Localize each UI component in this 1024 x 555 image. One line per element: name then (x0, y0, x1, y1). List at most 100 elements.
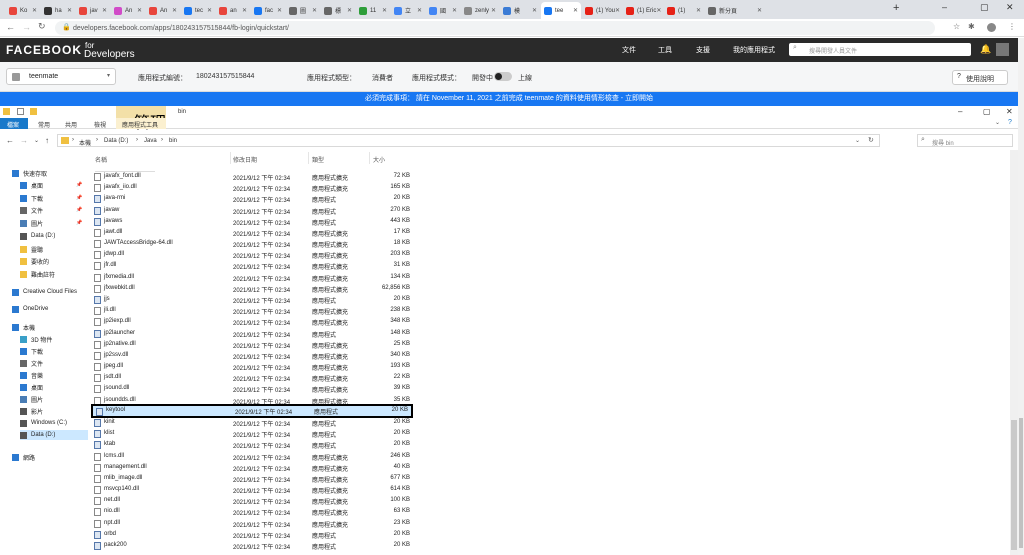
file-row[interactable]: jp2iexp.dll 2021/9/12 下午 02:34 應用程式擴充 348 K… (91, 316, 413, 327)
explorer-forward-icon[interactable]: → (20, 136, 28, 145)
file-row[interactable]: jfr.dll 2021/9/12 下午 02:34 應用程式擴充 31 KB (91, 260, 413, 271)
tab-close-icon[interactable]: ✕ (137, 7, 142, 14)
file-row[interactable]: kinit 2021/9/12 下午 02:34 應用程式 20 KB (91, 417, 413, 428)
page-scrollbar[interactable] (1018, 38, 1024, 555)
nav-item[interactable]: 圖片 (20, 218, 43, 228)
nav-item[interactable]: 桌面 (20, 180, 43, 190)
minimize-icon[interactable]: – (942, 2, 947, 12)
nav-item[interactable]: 音樂 (20, 370, 43, 380)
extensions-icon[interactable]: ✱ (968, 22, 975, 31)
path-data-drive[interactable]: Data (D:) (104, 138, 128, 144)
reload-icon[interactable]: ↻ (38, 21, 46, 32)
address-path-input[interactable]: › 本機 › Data (D:) › Java › bin ⌄ ↻ (57, 134, 880, 147)
file-row[interactable]: jdwp.dll 2021/9/12 下午 02:34 應用程式擴充 203 KB (91, 249, 413, 260)
file-row[interactable]: pack200 2021/9/12 下午 02:34 應用程式 20 KB (91, 540, 413, 551)
nav-item[interactable]: OneDrive (12, 304, 48, 314)
file-row[interactable]: jsdt.dll 2021/9/12 下午 02:34 應用程式擴充 22 KB (91, 372, 413, 383)
nav-item[interactable]: 難曲註符 (20, 269, 55, 279)
tab-close-icon[interactable]: ✕ (277, 7, 282, 14)
file-row[interactable]: jfxmedia.dll 2021/9/12 下午 02:34 應用程式擴充 134 … (91, 272, 413, 283)
browser-tab[interactable]: zenly ✕ (461, 2, 499, 19)
tab-close-icon[interactable]: ✕ (417, 7, 422, 14)
nav-item[interactable]: 文件 (20, 358, 43, 368)
pin-icon[interactable]: 📌 (76, 182, 82, 188)
file-row[interactable]: jawt.dll 2021/9/12 下午 02:34 應用程式擴充 17 KB (91, 227, 413, 238)
file-row[interactable]: jp2native.dll 2021/9/12 下午 02:34 應用程式擴充 25 … (91, 339, 413, 350)
file-row[interactable]: javaw 2021/9/12 下午 02:34 應用程式 270 KB (91, 205, 413, 216)
browser-tab[interactable]: (1) ✕ (664, 2, 704, 19)
help-button[interactable]: ? 使用說明 (952, 70, 1008, 85)
tab-close-icon[interactable]: ✕ (312, 7, 317, 14)
ribbon-tab-app-tools[interactable]: 應用程式工具 (116, 118, 166, 129)
file-row[interactable]: javafx_iio.dll 2021/9/12 下午 02:34 應用程式擴充 16… (91, 182, 413, 193)
path-this-pc[interactable]: 本機 (79, 138, 91, 147)
nav-item[interactable]: 下載 (20, 346, 43, 356)
tab-close-icon[interactable]: ✕ (207, 7, 212, 14)
file-row[interactable]: mlib_image.dll 2021/9/12 下午 02:34 應用程式擴充 67… (91, 473, 413, 484)
properties-icon[interactable] (17, 108, 24, 115)
tab-close-icon[interactable]: ✕ (67, 7, 72, 14)
file-row[interactable]: ktab 2021/9/12 下午 02:34 應用程式 20 KB (91, 439, 413, 450)
column-divider[interactable] (369, 152, 370, 164)
forward-icon[interactable]: → (22, 22, 31, 32)
column-header-size[interactable]: 大小 (373, 155, 385, 164)
explorer-scrollbar-thumb[interactable] (1011, 420, 1017, 550)
nav-item[interactable]: 文件 (20, 205, 43, 215)
file-row[interactable]: JAWTAccessBridge-64.dll 2021/9/12 下午 02:3… (91, 238, 413, 249)
nav-my-apps[interactable]: 我的應用程式 (733, 45, 775, 55)
back-icon[interactable]: ← (6, 22, 15, 32)
ribbon-tab-home[interactable]: 常用 (38, 120, 50, 129)
browser-tab[interactable]: 新分頁 ✕ (705, 2, 765, 19)
browser-tab[interactable]: 立 ✕ (391, 2, 425, 19)
tab-close-icon[interactable]: ✕ (242, 7, 247, 14)
close-window-icon[interactable]: ✕ (1006, 2, 1014, 13)
nav-item[interactable]: 圖片 (20, 394, 43, 404)
browser-tab[interactable]: ha ✕ (41, 2, 75, 19)
column-divider[interactable] (308, 152, 309, 164)
browser-tab[interactable]: an ✕ (216, 2, 250, 19)
path-bin[interactable]: bin (169, 138, 177, 144)
explorer-close-icon[interactable]: ✕ (1006, 107, 1013, 116)
new-tab-icon[interactable]: + (893, 2, 899, 14)
ribbon-tab-share[interactable]: 共用 (65, 120, 77, 129)
file-row[interactable]: management.dll 2021/9/12 下午 02:34 應用程式擴充 40… (91, 462, 413, 473)
fb-logo[interactable]: FACEBOOK (6, 43, 82, 57)
tab-close-icon[interactable]: ✕ (102, 7, 107, 14)
browser-tab[interactable]: An ✕ (146, 2, 180, 19)
pin-icon[interactable]: 📌 (76, 207, 82, 213)
tab-close-icon[interactable]: ✕ (757, 7, 762, 14)
bookmark-star-icon[interactable]: ☆ (953, 22, 960, 31)
file-row[interactable]: msvcp140.dll 2021/9/12 下午 02:34 應用程式擴充 614 … (91, 484, 413, 495)
nav-item[interactable]: 下載 (20, 193, 43, 203)
fb-avatar[interactable] (996, 43, 1009, 56)
profile-avatar[interactable] (987, 23, 996, 32)
ribbon-tab-view[interactable]: 檢視 (94, 120, 106, 129)
column-header-date[interactable]: 修改日期 (233, 155, 257, 164)
tab-close-icon[interactable]: ✕ (347, 7, 352, 14)
browser-tab[interactable]: 模 ✕ (500, 2, 540, 19)
nav-item[interactable]: 要收的 (20, 256, 49, 266)
new-folder-icon[interactable] (30, 108, 37, 115)
explorer-minimize-icon[interactable]: – (958, 107, 962, 116)
nav-item[interactable]: 靈聽 (20, 244, 43, 254)
nav-item[interactable]: 網路 (12, 452, 35, 462)
browser-tab[interactable]: (1) Eric ✕ (623, 2, 663, 19)
file-row[interactable]: orbd 2021/9/12 下午 02:34 應用程式 20 KB (91, 529, 413, 540)
browser-tab[interactable]: Ko ✕ (6, 2, 40, 19)
file-row[interactable]: keytool 2021/9/12 下午 02:34 應用程式 20 KB (91, 403, 413, 418)
ribbon-expand-icon[interactable]: ⌄ (995, 119, 1000, 126)
browser-tab[interactable]: An ✕ (111, 2, 145, 19)
tab-close-icon[interactable]: ✕ (491, 7, 496, 14)
file-row[interactable]: java-rmi 2021/9/12 下午 02:34 應用程式 20 KB (91, 193, 413, 204)
file-row[interactable]: jsound.dll 2021/9/12 下午 02:34 應用程式擴充 39 KB (91, 383, 413, 394)
nav-item[interactable]: Windows (C:) (20, 418, 67, 428)
browser-tab[interactable]: fac ✕ (251, 2, 285, 19)
url-input[interactable]: developers.facebook.com/apps/18024315751… (55, 21, 935, 35)
tab-close-icon[interactable]: ✕ (172, 7, 177, 14)
tab-close-icon[interactable]: ✕ (382, 7, 387, 14)
path-refresh-icon[interactable]: ↻ (868, 136, 874, 144)
file-row[interactable]: javafx_font.dll 2021/9/12 下午 02:34 應用程式擴充 7… (91, 171, 413, 182)
ribbon-tab-file[interactable]: 檔案 (0, 118, 28, 129)
recent-chevron-icon[interactable]: ⌄ (34, 137, 39, 144)
nav-docs[interactable]: 文件 (622, 45, 636, 55)
